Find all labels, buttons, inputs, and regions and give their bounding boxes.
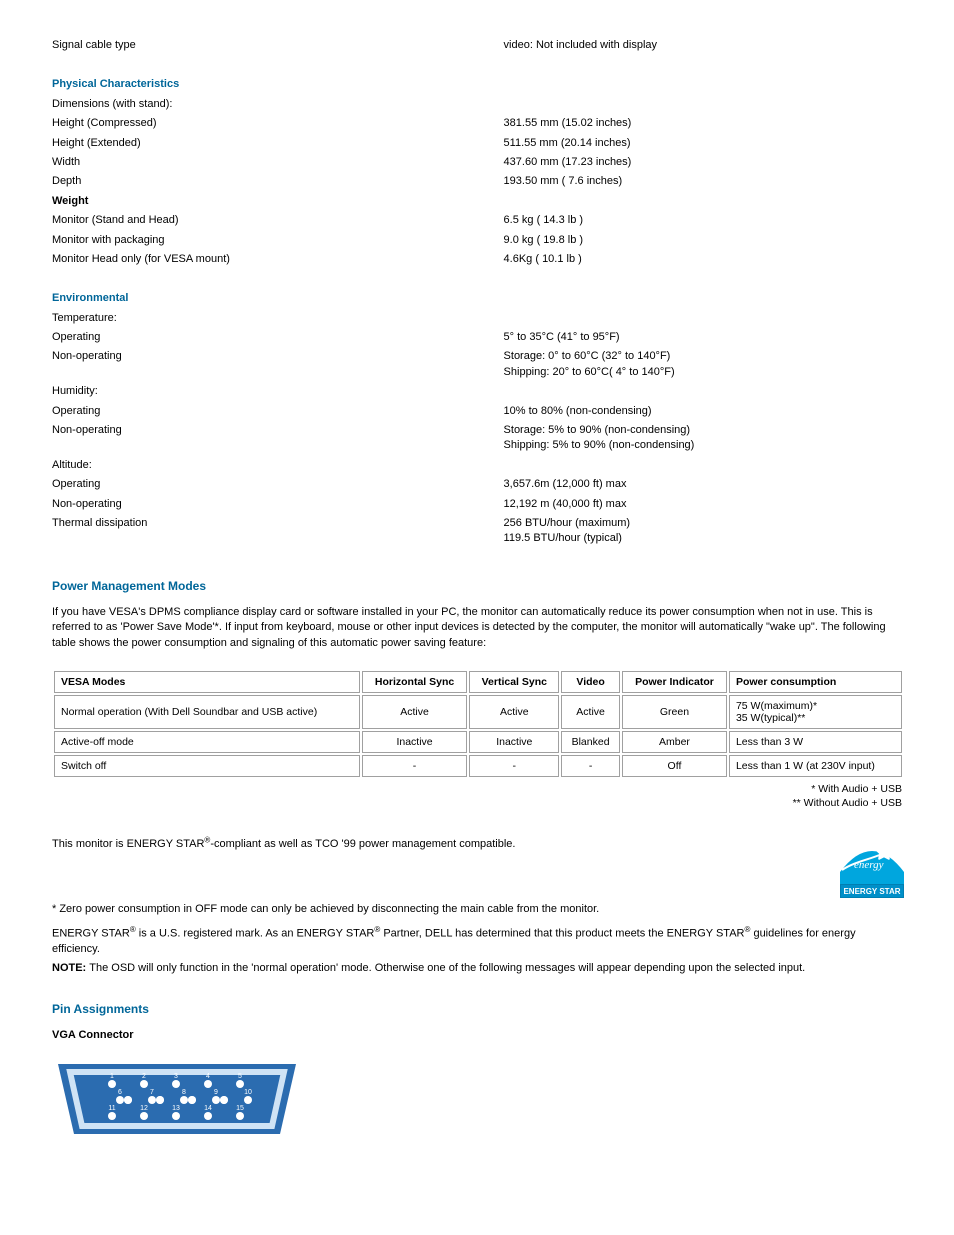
spec-label: Thermal dissipation [52, 514, 504, 549]
svg-text:5: 5 [238, 1073, 242, 1080]
svg-text:6: 6 [118, 1089, 122, 1096]
spec-label: Height (Extended) [52, 134, 504, 153]
power-table-cell: Active-off mode [54, 731, 360, 753]
power-table-header: Power consumption [729, 671, 902, 693]
svg-text:10: 10 [244, 1089, 252, 1096]
pm-intro: If you have VESA's DPMS compliance displ… [52, 605, 904, 651]
svg-text:9: 9 [214, 1089, 218, 1096]
svg-text:2: 2 [142, 1073, 146, 1080]
osd-note: NOTE: The OSD will only function in the … [52, 961, 904, 976]
spec-value: 256 BTU/hour (maximum)119.5 BTU/hour (ty… [504, 514, 904, 549]
spec-value: Storage: 0° to 60°C (32° to 140°F)Shippi… [504, 347, 904, 382]
spec-label: Depth [52, 172, 504, 191]
spec-table: Signal cable typevideo: Not included wit… [52, 36, 904, 549]
svg-text:12: 12 [140, 1105, 148, 1112]
svg-text:13: 13 [172, 1105, 180, 1112]
power-table-header: Horizontal Sync [362, 671, 468, 693]
power-table-cell: - [362, 755, 468, 777]
spec-label: Monitor with packaging [52, 231, 504, 250]
power-table-cell: Inactive [469, 731, 559, 753]
spec-label: Altitude: [52, 456, 504, 475]
spec-label: Monitor Head only (for VESA mount) [52, 250, 504, 269]
power-table-cell: Switch off [54, 755, 360, 777]
spec-label: Operating [52, 328, 504, 347]
svg-text:8: 8 [182, 1089, 186, 1096]
spec-value: 3,657.6m (12,000 ft) max [504, 475, 904, 494]
spec-label: Signal cable type [52, 36, 504, 55]
power-table-cell: Active [362, 695, 468, 729]
power-table-header: Power Indicator [622, 671, 727, 693]
spec-label: Dimensions (with stand): [52, 95, 504, 114]
power-table-header: Vertical Sync [469, 671, 559, 693]
energy-star-logo: energy ENERGY STAR [840, 834, 904, 898]
spec-subheading: Weight [52, 192, 504, 211]
vga-connector-heading: VGA Connector [52, 1028, 904, 1043]
power-table-cell: Active [561, 695, 620, 729]
spec-value: 4.6Kg ( 10.1 lb ) [504, 250, 904, 269]
svg-text:7: 7 [150, 1089, 154, 1096]
pin-assignments-heading: Pin Assignments [52, 1002, 904, 1016]
svg-text:4: 4 [206, 1073, 210, 1080]
spec-value: video: Not included with display [504, 36, 904, 55]
spec-value: 5° to 35°C (41° to 95°F) [504, 328, 904, 347]
spec-label: Width [52, 153, 504, 172]
svg-text:3: 3 [174, 1073, 178, 1080]
spec-value: 10% to 80% (non-condensing) [504, 402, 904, 421]
spec-value: 193.50 mm ( 7.6 inches) [504, 172, 904, 191]
spec-label: Operating [52, 475, 504, 494]
power-table-cell: Less than 1 W (at 230V input) [729, 755, 902, 777]
spec-label: Humidity: [52, 382, 504, 401]
svg-text:11: 11 [108, 1105, 115, 1112]
section-heading: Physical Characteristics [52, 78, 179, 90]
spec-value [504, 456, 904, 475]
pm-heading: Power Management Modes [52, 579, 206, 593]
spec-label: Height (Compressed) [52, 114, 504, 133]
power-table-footnote: * With Audio + USB** Without Audio + USB [52, 783, 902, 810]
svg-text:energy: energy [854, 859, 884, 871]
spec-value: 6.5 kg ( 14.3 lb ) [504, 211, 904, 230]
spec-label: Non-operating [52, 421, 504, 456]
power-table-cell: - [561, 755, 620, 777]
section-heading: Environmental [52, 292, 128, 304]
power-table-cell: Off [622, 755, 727, 777]
energy-star-text: This monitor is ENERGY STAR®-compliant a… [52, 838, 515, 850]
energy-star-partner-text: ENERGY STAR® is a U.S. registered mark. … [52, 924, 904, 957]
spec-value: Storage: 5% to 90% (non-condensing)Shipp… [504, 421, 904, 456]
power-table-cell: Less than 3 W [729, 731, 902, 753]
pin-assignments-label: Pin Assignments [52, 1002, 149, 1016]
svg-text:1: 1 [110, 1073, 114, 1080]
spec-value: 381.55 mm (15.02 inches) [504, 114, 904, 133]
svg-text:14: 14 [204, 1105, 212, 1112]
power-table-cell: Blanked [561, 731, 620, 753]
spec-label: Operating [52, 402, 504, 421]
spec-value [504, 309, 904, 328]
power-table-header: VESA Modes [54, 671, 360, 693]
power-table-cell: Active [469, 695, 559, 729]
spec-label: Monitor (Stand and Head) [52, 211, 504, 230]
spec-value: 9.0 kg ( 19.8 lb ) [504, 231, 904, 250]
spec-value [504, 95, 904, 114]
power-modes-table: VESA ModesHorizontal SyncVertical SyncVi… [52, 669, 904, 779]
spec-label: Non-operating [52, 495, 504, 514]
energy-star-zero-note: * Zero power consumption in OFF mode can… [52, 902, 904, 917]
power-table-cell: - [469, 755, 559, 777]
spec-label: Non-operating [52, 347, 504, 382]
power-table-cell: 75 W(maximum)*35 W(typical)** [729, 695, 902, 729]
power-table-header: Video [561, 671, 620, 693]
power-table-cell: Amber [622, 731, 727, 753]
spec-label: Temperature: [52, 309, 504, 328]
svg-text:ENERGY STAR: ENERGY STAR [843, 887, 900, 896]
power-table-cell: Green [622, 695, 727, 729]
spec-value: 437.60 mm (17.23 inches) [504, 153, 904, 172]
spec-value: 12,192 m (40,000 ft) max [504, 495, 904, 514]
spec-value [504, 382, 904, 401]
power-table-cell: Inactive [362, 731, 468, 753]
power-table-cell: Normal operation (With Dell Soundbar and… [54, 695, 360, 729]
note-label: NOTE: [52, 962, 89, 974]
svg-text:15: 15 [236, 1105, 244, 1112]
spec-value: 511.55 mm (20.14 inches) [504, 134, 904, 153]
vga-connector-diagram: 12345 678910 1112131415 [52, 1054, 302, 1147]
note-body: The OSD will only function in the 'norma… [89, 962, 805, 974]
